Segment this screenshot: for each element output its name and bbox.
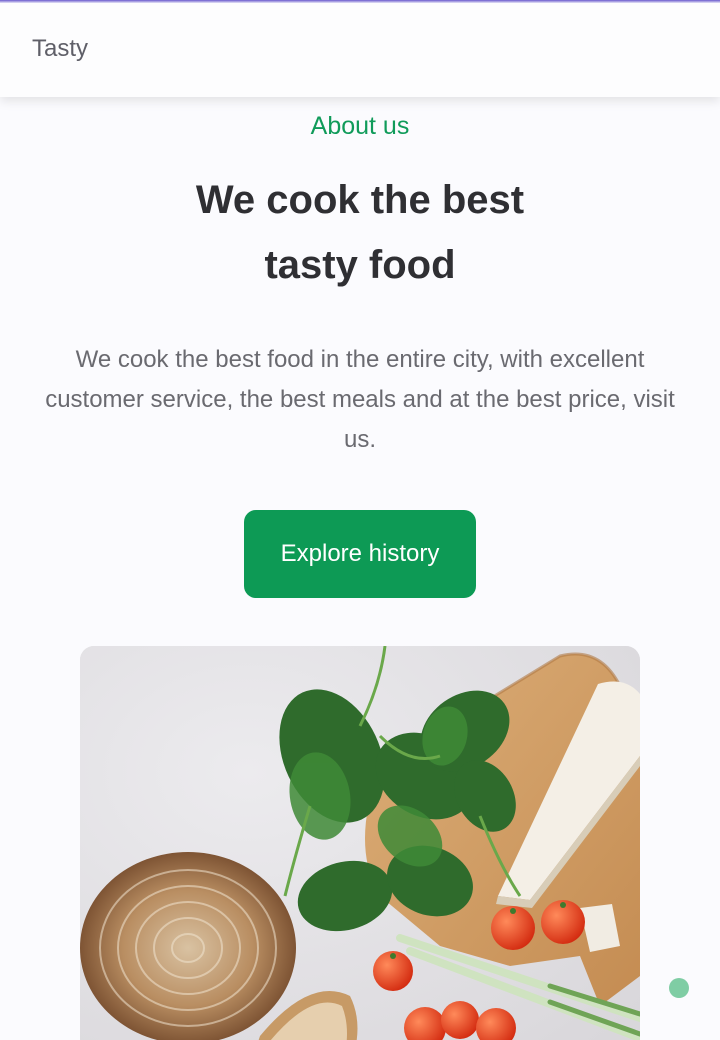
section-label: About us bbox=[310, 112, 410, 140]
section-description: We cook the best food in the entire city… bbox=[45, 346, 675, 453]
brand-logo-link[interactable]: Tasty bbox=[32, 35, 88, 63]
section-title: We cook the best tasty food bbox=[0, 168, 720, 298]
top-accent-bar bbox=[0, 0, 720, 3]
dot-indicator-icon bbox=[669, 978, 689, 998]
site-header: Tasty bbox=[0, 0, 720, 97]
title-line-2: tasty food bbox=[264, 243, 456, 287]
food-image bbox=[80, 646, 640, 1040]
explore-history-button[interactable]: Explore history bbox=[244, 510, 476, 598]
title-line-1: We cook the best bbox=[195, 178, 525, 222]
page: Tasty About us We cook the best tasty fo… bbox=[0, 0, 720, 1040]
